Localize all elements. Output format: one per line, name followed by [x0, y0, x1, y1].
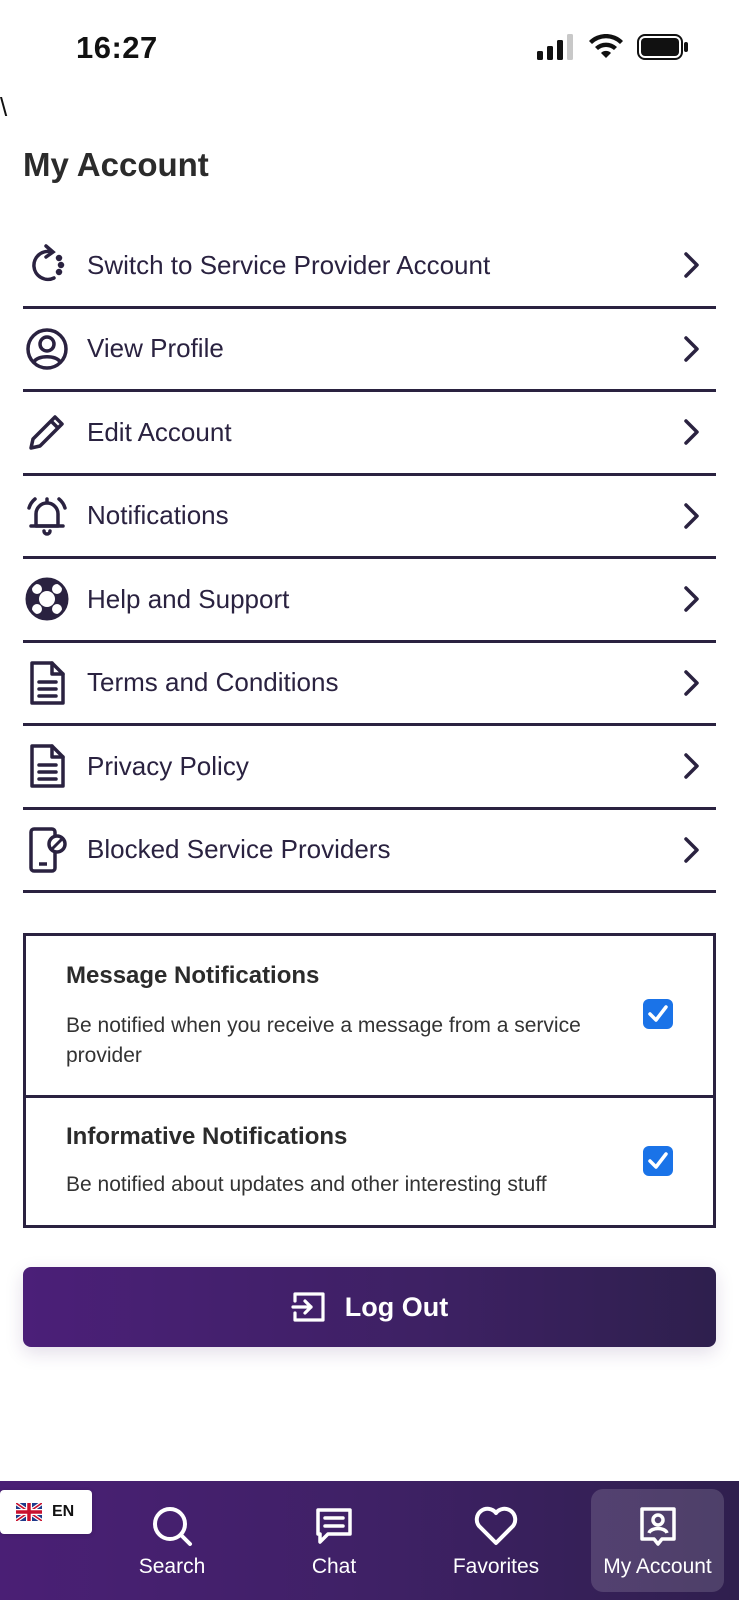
pencil-icon: [23, 408, 71, 456]
document-icon: [23, 742, 71, 790]
menu-item-label: Edit Account: [87, 416, 232, 447]
logout-button[interactable]: Log Out: [23, 1267, 716, 1347]
menu-item-blocked-providers[interactable]: Blocked Service Providers: [23, 810, 716, 893]
lifebuoy-icon: [23, 575, 71, 623]
bottom-navigation: Search Chat Favorites My Account: [0, 1481, 739, 1600]
nav-label: Search: [138, 1554, 206, 1578]
chat-icon: [314, 1503, 354, 1549]
chevron-right-icon: [680, 583, 704, 615]
menu-item-switch-account[interactable]: Switch to Service Provider Account: [23, 225, 716, 309]
message-notifications-checkbox[interactable]: [643, 999, 673, 1029]
menu-item-notifications[interactable]: Notifications: [23, 476, 716, 559]
user-circle-icon: [23, 325, 71, 373]
nav-label: My Account: [603, 1554, 712, 1578]
menu-item-label: Terms and Conditions: [87, 667, 339, 698]
page-title: My Account: [23, 146, 209, 183]
chevron-right-icon: [680, 750, 704, 782]
chevron-right-icon: [680, 667, 704, 699]
menu-item-view-profile[interactable]: View Profile: [23, 309, 716, 392]
nav-label: Chat: [311, 1554, 357, 1578]
notification-settings: Message Notifications Be notified when y…: [23, 933, 716, 1228]
account-badge-icon: [638, 1503, 678, 1549]
chevron-right-icon: [680, 500, 704, 532]
chevron-right-icon: [680, 333, 704, 365]
nav-item-my-account[interactable]: My Account: [591, 1489, 724, 1592]
message-notifications-row: Message Notifications Be notified when y…: [26, 936, 713, 1098]
language-code: EN: [52, 1503, 75, 1520]
menu-item-label: Blocked Service Providers: [87, 834, 391, 865]
battery-icon: [637, 34, 688, 60]
message-notifications-description: Be notified when you receive a message f…: [66, 1014, 581, 1067]
account-menu: Switch to Service Provider Account View …: [23, 225, 716, 893]
informative-notifications-description: Be notified about updates and other inte…: [66, 1173, 547, 1196]
nav-item-search[interactable]: Search: [112, 1481, 232, 1600]
informative-notifications-row: Informative Notifications Be notified ab…: [26, 1098, 713, 1222]
checkmark-icon: [648, 1152, 668, 1169]
stray-character: \: [0, 92, 8, 122]
signal-icon: [537, 34, 573, 60]
switch-account-icon: [23, 241, 71, 289]
chevron-right-icon: [680, 834, 704, 866]
checkmark-icon: [648, 1005, 668, 1022]
nav-label: Favorites: [452, 1554, 540, 1578]
bell-icon: [23, 492, 71, 540]
informative-notifications-title: Informative Notifications: [66, 1123, 348, 1150]
chevron-right-icon: [680, 249, 704, 281]
menu-item-label: Privacy Policy: [87, 750, 249, 781]
menu-item-privacy[interactable]: Privacy Policy: [23, 726, 716, 810]
wifi-icon: [589, 34, 623, 58]
language-selector[interactable]: EN: [0, 1490, 92, 1534]
menu-item-label: View Profile: [87, 333, 224, 364]
blocked-device-icon: [23, 826, 71, 874]
informative-notifications-checkbox[interactable]: [643, 1146, 673, 1176]
nav-item-favorites[interactable]: Favorites: [430, 1481, 562, 1600]
nav-item-chat[interactable]: Chat: [274, 1481, 394, 1600]
menu-item-label: Switch to Service Provider Account: [87, 249, 491, 280]
search-icon: [151, 1503, 193, 1549]
document-icon: [23, 659, 71, 707]
logout-icon: [291, 1292, 325, 1322]
menu-item-help-support[interactable]: Help and Support: [23, 559, 716, 643]
status-time: 16:27: [76, 30, 158, 65]
menu-item-terms[interactable]: Terms and Conditions: [23, 643, 716, 726]
logout-label: Log Out: [344, 1291, 449, 1322]
message-notifications-title: Message Notifications: [66, 962, 320, 989]
uk-flag-icon: [16, 1503, 42, 1521]
status-icons: [537, 34, 689, 60]
menu-item-label: Notifications: [87, 500, 229, 531]
menu-item-label: Help and Support: [87, 583, 290, 614]
heart-icon: [473, 1503, 519, 1549]
menu-item-edit-account[interactable]: Edit Account: [23, 392, 716, 476]
status-bar: 16:27: [0, 0, 739, 92]
chevron-right-icon: [680, 416, 704, 448]
